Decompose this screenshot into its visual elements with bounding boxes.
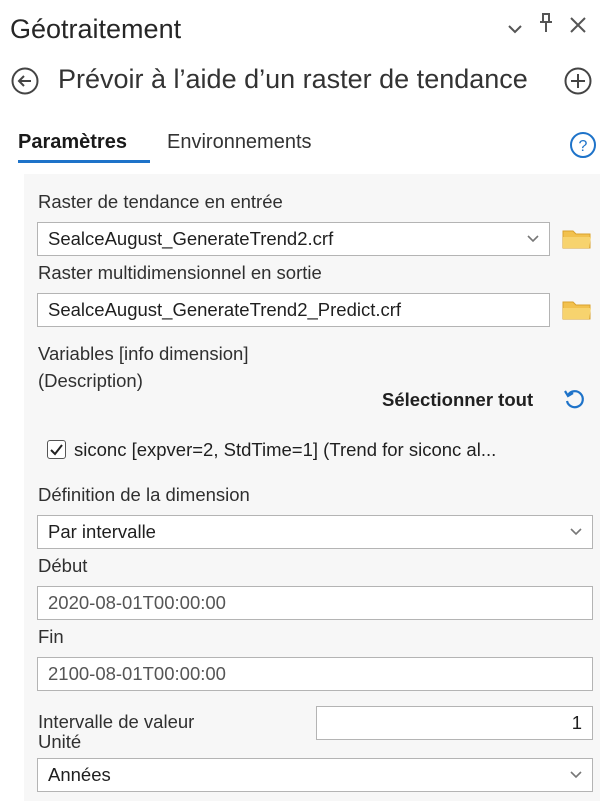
output-raster-value: SealceAugust_GenerateTrend2_Predict.crf <box>48 299 402 320</box>
close-icon[interactable] <box>568 14 588 42</box>
variable-checkbox[interactable] <box>47 440 66 459</box>
pane-title: Géotraitement <box>10 14 182 44</box>
unit-label: Unité <box>38 731 82 752</box>
dimension-def-label: Définition de la dimension <box>38 484 250 505</box>
chevron-down-icon <box>570 528 582 536</box>
pin-icon[interactable] <box>538 12 554 41</box>
reset-icon[interactable] <box>562 386 588 412</box>
chevron-down-icon[interactable] <box>507 14 523 42</box>
svg-text:?: ? <box>579 138 588 155</box>
end-label: Fin <box>38 626 64 647</box>
start-field[interactable]: 2020-08-01T00:00:00 <box>37 586 593 620</box>
chevron-down-icon <box>570 771 582 779</box>
end-field[interactable]: 2100-08-01T00:00:00 <box>37 657 593 691</box>
dimension-def-dropdown[interactable]: Par intervalle <box>37 515 593 549</box>
variables-label-line2: (Description) <box>38 370 143 391</box>
variable-label: siconc [expver=2, StdTime=1] (Trend for … <box>74 439 497 460</box>
output-raster-field[interactable]: SealceAugust_GenerateTrend2_Predict.crf <box>37 293 550 327</box>
unit-value: Années <box>48 764 111 785</box>
interval-value: 1 <box>571 712 582 733</box>
input-raster-label: Raster de tendance en entrée <box>38 191 283 212</box>
variables-label-line1: Variables [info dimension] <box>38 343 249 364</box>
help-icon[interactable]: ? <box>569 131 597 159</box>
interval-field[interactable]: 1 <box>316 706 593 740</box>
dimension-def-value: Par intervalle <box>48 521 156 542</box>
tab-environments[interactable]: Environnements <box>167 131 312 154</box>
chevron-down-icon <box>527 235 539 243</box>
tool-title: Prévoir à l’aide d’un raster de tendance <box>58 64 528 94</box>
input-raster-value: SealceAugust_GenerateTrend2.crf <box>48 228 334 249</box>
start-value: 2020-08-01T00:00:00 <box>48 592 226 613</box>
input-raster-dropdown[interactable]: SealceAugust_GenerateTrend2.crf <box>37 222 550 256</box>
end-value: 2100-08-01T00:00:00 <box>48 663 226 684</box>
folder-icon[interactable] <box>562 297 592 321</box>
start-label: Début <box>38 555 88 576</box>
select-all-button[interactable]: Sélectionner tout <box>382 389 533 411</box>
tab-parameters[interactable]: Paramètres <box>18 131 127 154</box>
active-tab-indicator <box>18 160 150 163</box>
add-icon[interactable] <box>563 66 593 96</box>
unit-dropdown[interactable]: Années <box>37 758 593 792</box>
output-raster-label: Raster multidimensionnel en sortie <box>38 262 322 283</box>
back-arrow-icon[interactable] <box>10 66 40 96</box>
interval-label: Intervalle de valeur <box>38 711 195 732</box>
folder-icon[interactable] <box>562 226 592 250</box>
